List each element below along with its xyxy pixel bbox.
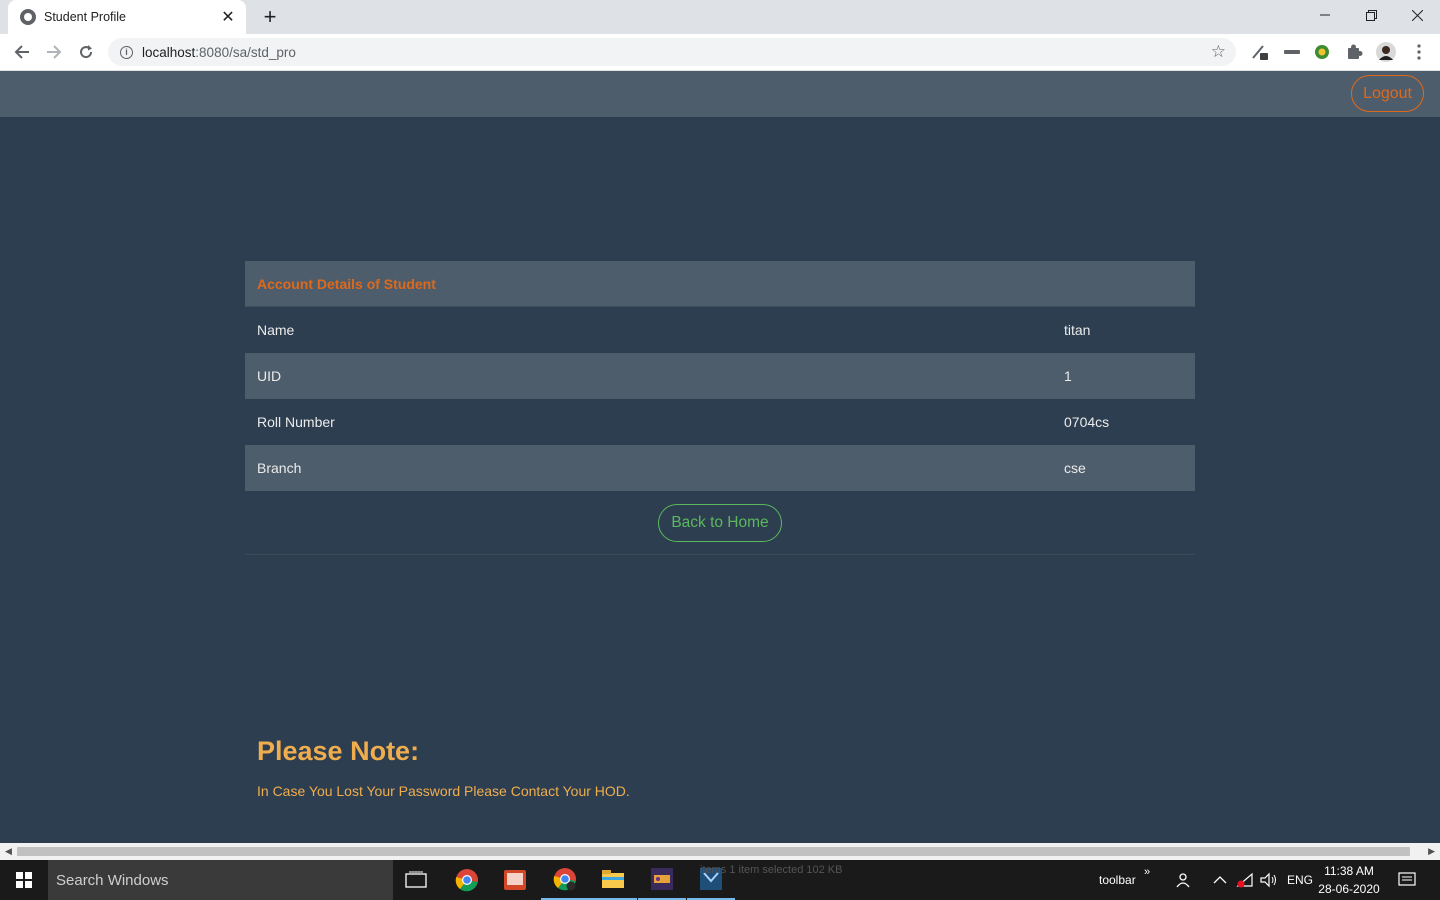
address-bar[interactable]: i localhost:8080/sa/std_pro ☆ [108,38,1236,66]
row-value: 1 [1064,368,1072,384]
account-details-card: Account Details of Student Name titan UI… [245,261,1195,555]
row-value: cse [1064,460,1086,476]
windows-taskbar: Search Windows items 1 item selected 102… [0,860,1440,900]
chrome-taskbar-icon[interactable] [443,860,491,900]
toolbar-expand-icon[interactable]: » [1144,852,1150,892]
browser-toolbar: i localhost:8080/sa/std_pro ☆ [0,34,1440,71]
close-window-button[interactable] [1394,0,1440,30]
volume-icon[interactable] [1260,860,1278,900]
row-label: Branch [257,460,302,476]
note-title: Please Note: [257,736,420,766]
app-navbar: Logout [0,71,1440,117]
scroll-right-icon[interactable]: ▶ [1428,846,1435,857]
new-tab-button[interactable]: + [258,4,282,30]
extension-abbr-icon[interactable] [1283,43,1301,61]
password-note: Please Note: In Case You Lost Your Passw… [257,736,630,799]
notifications-icon[interactable] [1398,860,1416,900]
globe-icon [20,9,36,25]
table-row-uid: UID 1 [245,353,1195,399]
close-tab-icon[interactable]: ✕ [220,7,236,27]
extension-globe-icon[interactable] [1313,43,1331,61]
explorer-status-ghost: items 1 item selected 102 KB [700,864,843,876]
table-row-name: Name titan [245,307,1195,353]
table-row-roll-number: Roll Number 0704cs [245,399,1195,445]
row-value: titan [1064,322,1091,338]
windows-logo-icon [16,872,32,888]
presentation-app-icon[interactable] [491,860,539,900]
profile-avatar[interactable] [1376,42,1396,62]
chrome-menu-icon[interactable] [1410,43,1428,61]
network-icon[interactable] [1236,860,1254,900]
browser-tab-strip: Student Profile ✕ + [0,0,1440,34]
tab-title: Student Profile [44,10,126,24]
card-title: Account Details of Student [257,275,436,292]
taskbar-clock[interactable]: 11:38 AM 28-06-2020 [1317,862,1381,898]
restore-button[interactable] [1348,0,1394,30]
back-arrow-icon[interactable] [10,40,34,64]
scroll-left-icon[interactable]: ◀ [5,846,12,857]
browser-tab[interactable]: Student Profile ✕ [8,0,246,34]
bookmark-star-icon[interactable]: ☆ [1211,42,1226,62]
task-view-icon[interactable] [392,860,440,900]
search-placeholder: Search Windows [56,871,169,889]
card-header: Account Details of Student [245,261,1195,307]
extensions-puzzle-icon[interactable] [1345,43,1363,61]
table-row-branch: Branch cse [245,445,1195,491]
taskbar-search[interactable]: Search Windows [48,860,393,900]
row-label: UID [257,368,282,384]
clock-time: 11:38 AM [1324,864,1374,878]
clock-date: 28-06-2020 [1318,882,1380,896]
people-icon[interactable] [1176,860,1194,900]
card-footer: Back to Home [245,491,1195,555]
site-info-icon[interactable]: i [120,45,133,59]
extension-pen-icon[interactable] [1251,43,1269,61]
forward-arrow-icon[interactable] [42,40,66,64]
tray-chevron-up-icon[interactable] [1213,860,1227,900]
reload-icon[interactable] [74,40,98,64]
row-label: Name [257,322,295,338]
horizontal-scrollbar[interactable]: ◀ ▶ [0,843,1440,860]
url-text: localhost:8080/sa/std_pro [142,44,296,60]
start-button[interactable] [0,860,48,900]
scrollbar-thumb[interactable] [17,847,1410,856]
game-app-icon[interactable] [638,860,686,900]
minimize-button[interactable] [1302,0,1348,30]
toolbar-label[interactable]: toolbar [1099,860,1136,900]
language-indicator[interactable]: ENG [1287,860,1313,900]
row-label: Roll Number [257,414,335,430]
note-text: In Case You Lost Your Password Please Co… [257,783,630,799]
chrome-active-taskbar-icon[interactable] [541,860,589,900]
file-explorer-icon[interactable] [589,860,637,900]
row-value: 0704cs [1064,414,1110,430]
back-to-home-button[interactable]: Back to Home [658,503,782,542]
logout-button[interactable]: Logout [1351,75,1424,112]
